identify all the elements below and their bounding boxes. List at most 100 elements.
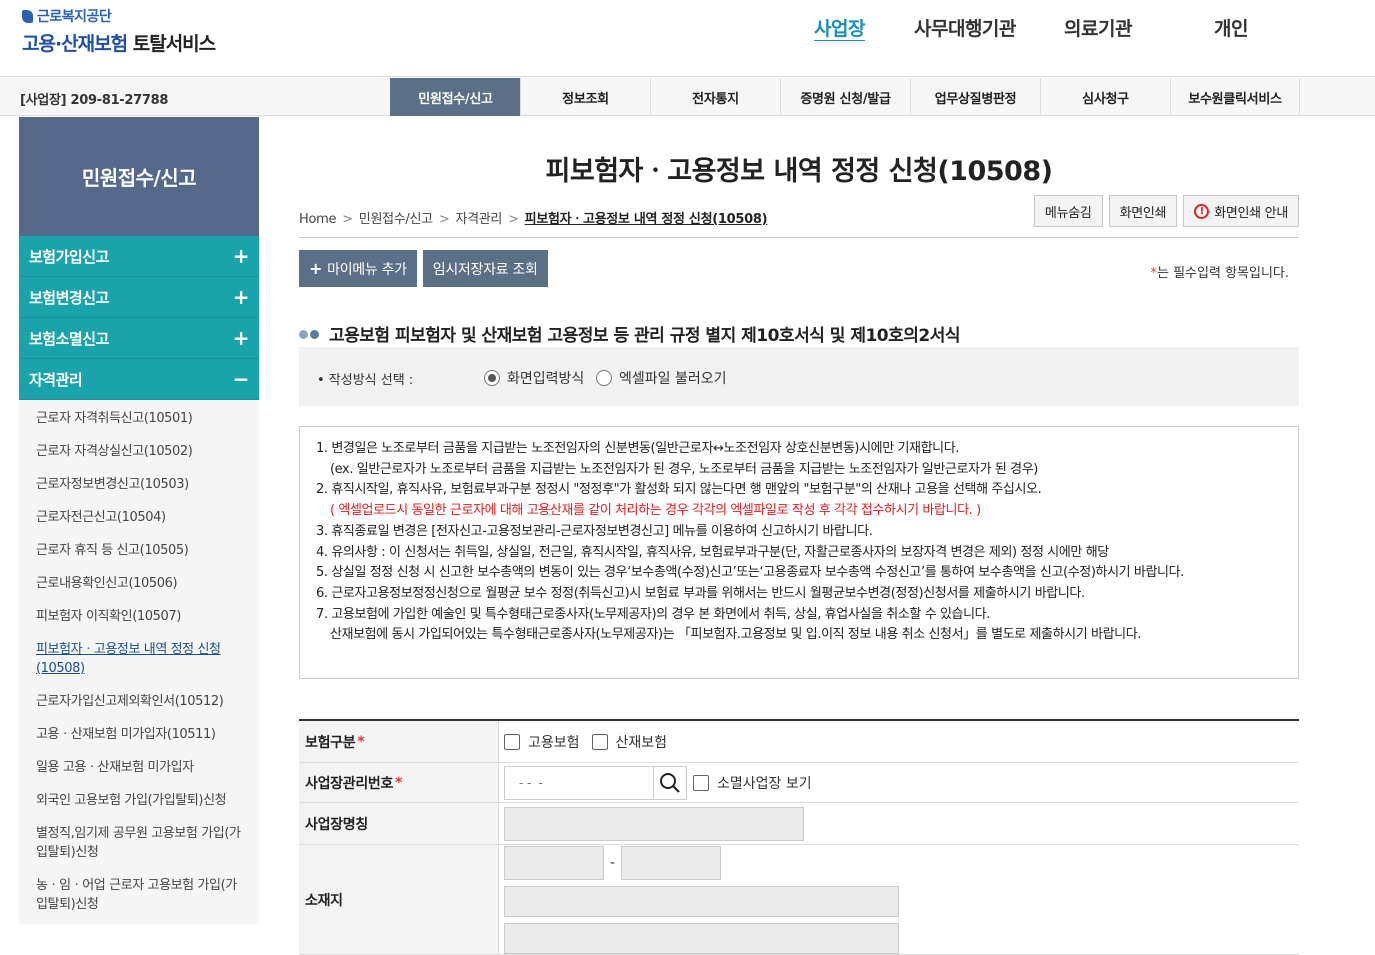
form-row-address: 소재지 - bbox=[299, 845, 1299, 955]
print-guide-label: 화면인쇄 안내 bbox=[1214, 205, 1288, 221]
sidebar-group-label: 자격관리 bbox=[29, 370, 83, 389]
action-buttons: + 마이메뉴 추가 임시저장자료 조회 bbox=[299, 250, 548, 287]
checkbox-label: 소멸사업장 보기 bbox=[717, 775, 812, 792]
tab-info-lookup[interactable]: 정보조회 bbox=[520, 78, 650, 116]
breadcrumb-item[interactable]: 자격관리 bbox=[455, 212, 502, 227]
form-cell bbox=[499, 803, 1299, 844]
sidebar-item[interactable]: 근로자전근신고(10504) bbox=[19, 501, 259, 534]
form-label: 소재지 bbox=[299, 845, 499, 954]
breadcrumb-item[interactable]: 민원접수/신고 bbox=[359, 212, 433, 227]
form-row-biz-no: 사업장관리번호* 소멸사업장 보기 bbox=[299, 763, 1299, 803]
sidebar-item-active[interactable]: 피보험자ㆍ고용정보 내역 정정 신청(10508) bbox=[19, 633, 259, 685]
business-number: [사업장] 209-81-27788 bbox=[20, 93, 169, 108]
checkbox-closed-biz[interactable]: 소멸사업장 보기 bbox=[693, 773, 812, 793]
notice-item: (ex. 일반근로자가 노조로부터 금품을 지급받는 노조전임자가 된 경우, … bbox=[330, 461, 1038, 477]
sidebar-group-label: 보험변경신고 bbox=[29, 288, 109, 307]
sidebar-group-qualification[interactable]: 자격관리 − bbox=[19, 359, 259, 400]
sidebar-item[interactable]: 근로내용확인신고(10506) bbox=[19, 567, 259, 600]
sidebar-item[interactable]: 외국인 고용보험 가입(가입탈퇴)신청 bbox=[19, 784, 259, 817]
form-label: 사업장관리번호 * bbox=[299, 763, 499, 802]
tab-review-request[interactable]: 심사청구 bbox=[1040, 78, 1170, 116]
gnb-item-agency[interactable]: 사무대행기관 bbox=[914, 14, 1016, 41]
insurance-type-label: 보험구분 bbox=[305, 734, 356, 751]
print-button[interactable]: 화면인쇄 bbox=[1108, 195, 1178, 227]
sidebar-item[interactable]: 일용 고용ㆍ산재보험 미가입자 bbox=[19, 751, 259, 784]
logo-service-prefix: 고용·산재보험 bbox=[22, 33, 128, 55]
notice-item: 2. 휴직시작일, 휴직사유, 보험료부과구분 정정시 "정정후"가 활성화 되… bbox=[316, 482, 1042, 498]
input-mode-label: • 작성방식 선택 : bbox=[317, 373, 414, 388]
section-title-text: 고용보험 피보험자 및 산재보험 고용정보 등 관리 규정 별지 제10호서식 … bbox=[329, 326, 961, 346]
sidebar-item[interactable]: 근로자가입신고제외확인서(10512) bbox=[19, 685, 259, 718]
tab-wage-oneclick[interactable]: 보수원클릭서비스 bbox=[1170, 78, 1300, 116]
form-label: 사업장명칭 bbox=[299, 803, 499, 844]
gnb-item-business[interactable]: 사업장 bbox=[814, 14, 865, 41]
notice-item: 3. 휴직종료일 변경은 [전자신고-고용정보관리-근로자정보변경신고] 메뉴를… bbox=[316, 523, 873, 539]
zipcode-field-1 bbox=[504, 846, 604, 880]
sidebar-item[interactable]: 별정직,임기제 공무원 고용보험 가입(가입탈퇴)신청 bbox=[19, 817, 259, 869]
checkbox-label: 산재보험 bbox=[615, 734, 668, 751]
search-button[interactable] bbox=[654, 765, 687, 800]
checkbox-label: 고용보험 bbox=[528, 734, 580, 751]
radio-screen-input[interactable]: 화면입력방식 bbox=[484, 368, 584, 388]
gnb-item-personal[interactable]: 개인 bbox=[1214, 14, 1248, 41]
radio-unchecked-icon bbox=[596, 370, 612, 386]
breadcrumb-home[interactable]: Home bbox=[299, 212, 337, 227]
form-cell: - bbox=[499, 845, 1299, 954]
biz-no-input[interactable] bbox=[504, 765, 654, 800]
print-guide-button[interactable]: ! 화면인쇄 안내 bbox=[1183, 195, 1299, 227]
hide-menu-button[interactable]: 메뉴숨김 bbox=[1033, 195, 1103, 227]
biz-no-label: 사업장관리번호 bbox=[305, 775, 394, 792]
radio-label: 엑셀파일 불러오기 bbox=[619, 371, 727, 387]
checkbox-employment[interactable]: 고용보험 bbox=[504, 732, 580, 752]
checkbox-icon bbox=[693, 774, 709, 791]
add-mymenu-label: 마이메뉴 추가 bbox=[327, 261, 407, 278]
notice-item: 7. 고용보험에 가입한 예술인 및 특수형태근로종사자(노무제공자)의 경우 … bbox=[316, 606, 990, 622]
breadcrumb-current: 피보험자ㆍ고용정보 내역 정정 신청(10508) bbox=[524, 212, 768, 227]
sub-nav-bar: [사업장] 209-81-27788 민원접수/신고 정보조회 전자통지 증명원… bbox=[0, 78, 1375, 116]
gnb-item-medical[interactable]: 의료기관 bbox=[1064, 14, 1132, 41]
logo-mark-icon bbox=[22, 9, 33, 23]
tab-civil-petition[interactable]: 민원접수/신고 bbox=[390, 78, 520, 116]
sidebar-item[interactable]: 농ㆍ임ㆍ어업 근로자 고용보험 가입(가입탈퇴)신청 bbox=[19, 869, 259, 921]
breadcrumb-chevron-icon: > bbox=[438, 212, 450, 227]
notice-item: 4. 유의사항 : 이 신청서는 취득일, 상실일, 전근일, 휴직시작일, 휴… bbox=[316, 544, 1109, 560]
minus-icon: − bbox=[232, 367, 250, 391]
radio-label: 화면입력방식 bbox=[507, 371, 585, 387]
form-cell: 고용보험 산재보험 bbox=[499, 721, 1299, 762]
address-field-2 bbox=[504, 923, 899, 954]
sidebar-item[interactable]: 근로자정보변경신고(10503) bbox=[19, 468, 259, 501]
form-label: 보험구분 * bbox=[299, 721, 499, 762]
alert-icon: ! bbox=[1194, 203, 1210, 219]
required-star: * bbox=[395, 774, 403, 791]
checkbox-industrial[interactable]: 산재보험 bbox=[591, 732, 668, 752]
tab-certificate[interactable]: 증명원 신청/발급 bbox=[780, 78, 910, 116]
radio-excel-upload[interactable]: 엑셀파일 불러오기 bbox=[596, 368, 727, 388]
breadcrumb: Home > 민원접수/신고 > 자격관리 > 피보험자ㆍ고용정보 내역 정정 신청(105… bbox=[299, 208, 768, 227]
sidebar-item[interactable]: 근로자 자격상실신고(10502) bbox=[19, 435, 259, 468]
sidebar-group-change[interactable]: 보험변경신고 + bbox=[19, 277, 259, 318]
required-star: * bbox=[357, 733, 365, 750]
divider bbox=[299, 237, 1299, 238]
sidebar-item[interactable]: 고용ㆍ산재보험 미가입자(10511) bbox=[19, 718, 259, 751]
address-field-1 bbox=[504, 886, 899, 917]
main-content: 피보험자ㆍ고용정보 내역 정정 신청(10508) Home > 민원접수/신고 > 자… bbox=[299, 117, 1299, 955]
notice-box: 1. 변경일은 노조로부터 금품을 지급받는 노조전임자의 신분변동(일반근로자… bbox=[299, 426, 1299, 679]
add-mymenu-button[interactable]: + 마이메뉴 추가 bbox=[299, 250, 417, 287]
sidebar-item[interactable]: 피보험자 이직확인(10507) bbox=[19, 600, 259, 633]
required-note: *는 필수입력 항목입니다. bbox=[1151, 262, 1290, 281]
tab-occupational-disease[interactable]: 업무상질병판정 bbox=[910, 78, 1040, 116]
site-logo[interactable]: 근로복지공단 고용·산재보험 토탈서비스 bbox=[22, 6, 216, 56]
temp-save-lookup-button[interactable]: 임시저장자료 조회 bbox=[422, 250, 548, 287]
plus-icon: + bbox=[232, 285, 250, 309]
search-icon bbox=[660, 772, 680, 793]
sidebar-group-extinction[interactable]: 보험소멸신고 + bbox=[19, 318, 259, 359]
page-toolbar: 메뉴숨김 화면인쇄 ! 화면인쇄 안내 bbox=[1033, 195, 1299, 227]
notice-item: 1. 변경일은 노조로부터 금품을 지급받는 노조전임자의 신분변동(일반근로자… bbox=[316, 441, 960, 456]
plus-icon: + bbox=[309, 259, 323, 278]
tab-e-notice[interactable]: 전자통지 bbox=[650, 78, 780, 116]
sidebar-item[interactable]: 근로자 자격취득신고(10501) bbox=[19, 402, 259, 435]
input-mode-box: • 작성방식 선택 : 화면입력방식 엑셀파일 불러오기 bbox=[299, 347, 1299, 406]
notice-item: 6. 근로자고용정보정정신청으로 월평균 보수 정정(취득신고)시 보험료 부과… bbox=[316, 585, 1085, 601]
sidebar-group-join[interactable]: 보험가입신고 + bbox=[19, 236, 259, 277]
sidebar-item[interactable]: 근로자 휴직 등 신고(10505) bbox=[19, 534, 259, 567]
